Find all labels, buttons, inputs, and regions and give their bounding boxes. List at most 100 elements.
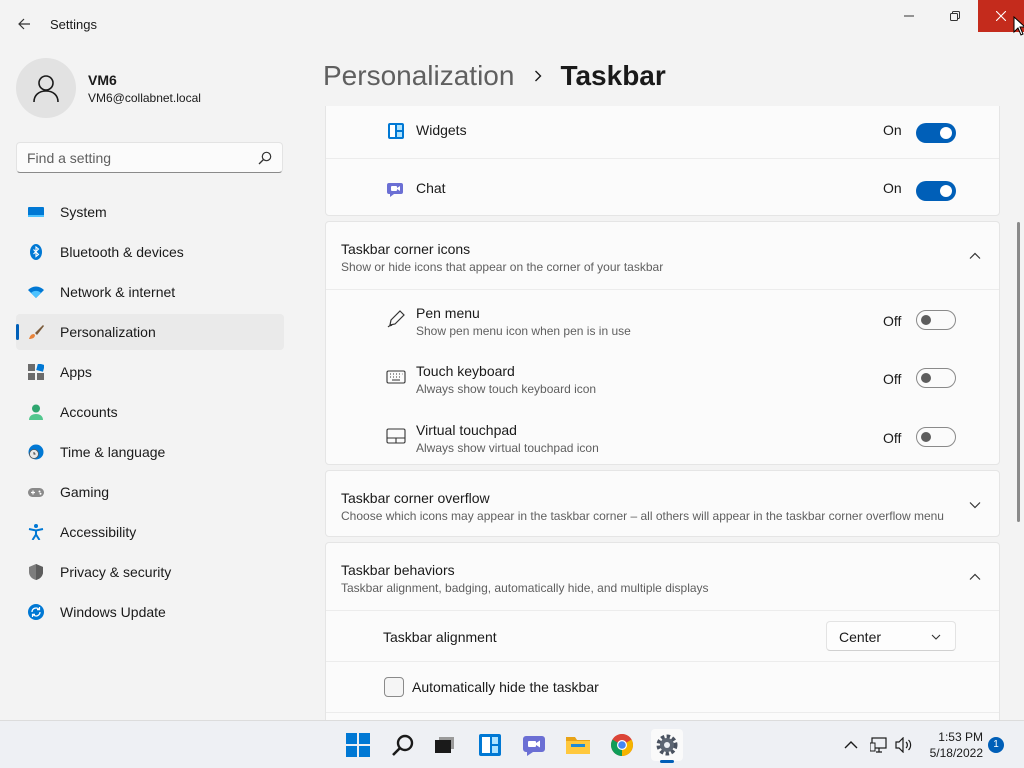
minimize-button[interactable] xyxy=(886,0,932,32)
start-button[interactable] xyxy=(342,729,374,761)
taskbar: 1:53 PM 5/18/2022 1 xyxy=(0,720,1024,768)
widgets-toggle[interactable] xyxy=(916,123,956,143)
touch-keyboard-row: Touch keyboard Always show touch keyboar… xyxy=(326,348,999,407)
chat-toggle-state: On xyxy=(883,180,902,196)
autohide-label[interactable]: Automatically hide the taskbar xyxy=(412,679,599,695)
widgets-button[interactable] xyxy=(474,729,506,761)
task-view-icon xyxy=(435,737,454,753)
corner-overflow-title: Taskbar corner overflow xyxy=(341,490,490,506)
behaviors-header[interactable]: Taskbar behaviors Taskbar alignment, bad… xyxy=(326,543,999,610)
alignment-row: Taskbar alignment Center xyxy=(326,610,999,661)
virtual-touchpad-label: Virtual touchpad xyxy=(416,422,517,438)
chat-row: Chat On xyxy=(326,158,999,217)
widgets-label: Widgets xyxy=(416,122,467,138)
sidebar-item-accessibility[interactable]: Accessibility xyxy=(16,514,284,550)
behaviors-card: Taskbar behaviors Taskbar alignment, bad… xyxy=(325,542,1000,720)
chat-label: Chat xyxy=(416,180,446,196)
network-tray-icon[interactable] xyxy=(870,736,888,754)
chat-toggle[interactable] xyxy=(916,181,956,201)
page-title: Taskbar xyxy=(560,60,666,91)
file-explorer-button[interactable] xyxy=(562,729,594,761)
sidebar-item-label: Time & language xyxy=(60,444,166,460)
clock-time[interactable]: 1:53 PM xyxy=(925,730,983,744)
sidebar-item-accounts[interactable]: Accounts xyxy=(16,394,284,430)
pen-menu-label: Pen menu xyxy=(416,305,480,321)
chevron-up-icon[interactable] xyxy=(969,250,981,262)
user-icon xyxy=(33,75,59,103)
chevron-up-icon[interactable] xyxy=(969,571,981,583)
chrome-button[interactable] xyxy=(606,729,638,761)
shield-icon xyxy=(29,564,43,580)
sidebar-item-personalization[interactable]: Personalization xyxy=(16,314,284,350)
clock-date[interactable]: 5/18/2022 xyxy=(917,746,983,760)
sidebar-item-bluetooth[interactable]: Bluetooth & devices xyxy=(16,234,284,270)
apps-icon xyxy=(28,364,44,380)
chat-button[interactable] xyxy=(518,729,550,761)
alignment-label: Taskbar alignment xyxy=(383,629,497,645)
task-view-button[interactable] xyxy=(428,729,460,761)
corner-icons-header[interactable]: Taskbar corner icons Show or hide icons … xyxy=(326,222,999,289)
corner-icons-card: Taskbar corner icons Show or hide icons … xyxy=(325,221,1000,465)
behaviors-title: Taskbar behaviors xyxy=(341,562,455,578)
sidebar-item-label: System xyxy=(60,204,107,220)
corner-overflow-card[interactable]: Taskbar corner overflow Choose which ico… xyxy=(325,470,1000,537)
touch-keyboard-toggle[interactable] xyxy=(916,368,956,388)
chevron-down-icon[interactable] xyxy=(969,499,981,511)
widgets-row: Widgets On xyxy=(326,106,999,158)
sidebar-item-label: Accessibility xyxy=(60,524,137,540)
sidebar-item-system[interactable]: System xyxy=(16,194,284,230)
breadcrumb-parent[interactable]: Personalization xyxy=(323,60,514,92)
brush-icon xyxy=(29,325,44,339)
back-button[interactable] xyxy=(10,10,38,38)
sidebar-item-windows-update[interactable]: Windows Update xyxy=(16,594,284,630)
back-arrow-icon xyxy=(18,18,30,30)
taskbar-search-button[interactable] xyxy=(387,729,419,761)
gamepad-icon xyxy=(28,488,44,497)
show-hidden-icons-button[interactable] xyxy=(842,736,860,754)
search-input[interactable] xyxy=(27,149,247,167)
restore-button[interactable] xyxy=(932,0,978,32)
sidebar-item-network[interactable]: Network & internet xyxy=(16,274,284,310)
settings-app-button[interactable] xyxy=(651,729,683,763)
scrollbar[interactable] xyxy=(1017,222,1020,522)
sidebar-item-label: Personalization xyxy=(60,324,156,340)
sidebar-item-label: Accounts xyxy=(60,404,118,420)
search-icon[interactable] xyxy=(258,151,272,165)
sidebar-item-time-language[interactable]: Time & language xyxy=(16,434,284,470)
taskbar-items-card: Widgets On Chat On xyxy=(325,106,1000,216)
search-box[interactable] xyxy=(16,142,283,173)
virtual-touchpad-description: Always show virtual touchpad icon xyxy=(416,441,599,455)
settings-content: Widgets On Chat On Taskbar corner icons … xyxy=(325,106,1000,720)
restore-icon xyxy=(950,11,960,21)
chat-icon xyxy=(523,736,545,756)
pen-menu-description: Show pen menu icon when pen is in use xyxy=(416,324,631,338)
widgets-icon xyxy=(479,734,501,756)
folder-icon xyxy=(566,737,590,754)
pen-menu-toggle[interactable] xyxy=(916,310,956,330)
virtual-touchpad-toggle[interactable] xyxy=(916,427,956,447)
volume-tray-icon[interactable] xyxy=(895,736,913,754)
minimize-icon xyxy=(904,15,914,17)
sidebar-item-apps[interactable]: Apps xyxy=(16,354,284,390)
widgets-icon xyxy=(388,123,404,139)
alignment-value: Center xyxy=(839,629,882,645)
user-email: VM6@collabnet.local xyxy=(88,91,201,105)
sidebar-item-gaming[interactable]: Gaming xyxy=(16,474,284,510)
autohide-row: Automatically hide the taskbar xyxy=(326,661,999,712)
sidebar-item-label: Network & internet xyxy=(60,284,176,300)
alignment-dropdown[interactable]: Center xyxy=(826,621,956,651)
autohide-checkbox[interactable] xyxy=(384,677,404,697)
person-icon xyxy=(29,404,43,420)
notification-badge[interactable]: 1 xyxy=(988,737,1004,753)
sidebar-item-privacy[interactable]: Privacy & security xyxy=(16,554,284,590)
bluetooth-icon xyxy=(30,244,42,260)
behaviors-subtitle: Taskbar alignment, badging, automaticall… xyxy=(341,581,709,595)
keyboard-icon xyxy=(386,370,406,384)
sidebar-item-label: Apps xyxy=(60,364,92,380)
sidebar-item-label: Windows Update xyxy=(60,604,166,620)
search-icon xyxy=(392,734,414,756)
close-icon xyxy=(996,11,1006,21)
pen-menu-toggle-state: Off xyxy=(883,313,902,329)
avatar[interactable] xyxy=(16,58,76,118)
widgets-toggle-state: On xyxy=(883,122,902,138)
